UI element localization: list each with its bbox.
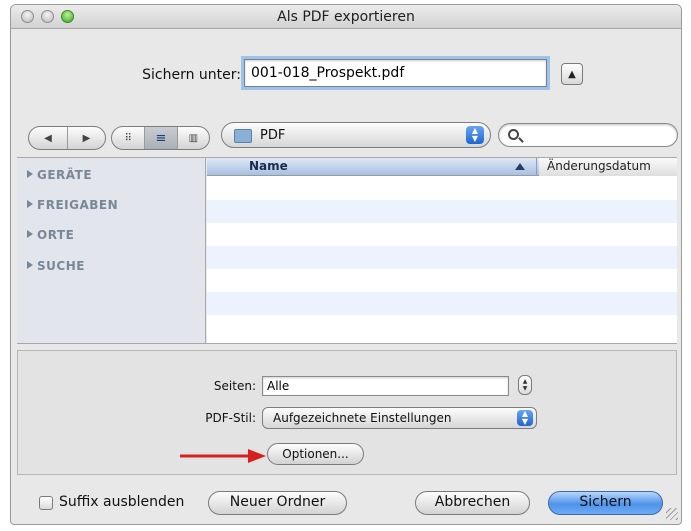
save-button[interactable]: Sichern [548, 491, 663, 515]
date-column-header[interactable]: Änderungsdatum [539, 158, 677, 176]
title-bar[interactable]: Als PDF exportieren [11, 5, 681, 29]
file-rows [207, 177, 677, 343]
list-row [207, 292, 677, 315]
disclosure-triangle-icon [27, 261, 33, 269]
folder-name: PDF [260, 128, 286, 143]
sidebar: GERÄTE FREIGABEN ORTE SUCHE [17, 158, 206, 343]
dialog-footer: Suffix ausblenden Neuer Ordner Abbrechen… [11, 483, 681, 523]
resize-grip-icon[interactable] [666, 508, 678, 520]
pages-field[interactable]: Alle [262, 376, 509, 396]
disclosure-triangle-icon [27, 170, 33, 178]
icon-view-button[interactable]: ⠿ [112, 127, 144, 149]
folder-popup[interactable]: PDF ▲ ▼ [221, 122, 491, 148]
view-mode-control: ⠿ ≡ ▥ [111, 126, 210, 150]
triangle-up-icon: ▲ [568, 68, 576, 80]
column-view-icon: ▥ [188, 132, 199, 144]
list-row [207, 177, 677, 200]
search-icon [508, 129, 519, 140]
name-column-header[interactable]: Name [207, 158, 537, 176]
column-view-button[interactable]: ▥ [176, 127, 209, 149]
file-browser: GERÄTE FREIGABEN ORTE SUCHE Name Änderun… [17, 157, 677, 344]
list-view-icon: ≡ [155, 130, 167, 146]
forward-button[interactable]: ▶ [67, 127, 105, 149]
list-row [207, 269, 677, 292]
list-row [207, 223, 677, 246]
pdf-style-label: PDF-Stil: [205, 411, 256, 425]
hide-suffix-checkbox[interactable] [39, 496, 53, 510]
list-row [207, 200, 677, 223]
sort-ascending-icon [515, 163, 525, 170]
icon-view-icon: ⠿ [124, 132, 132, 144]
hide-suffix-label[interactable]: Suffix ausblenden [59, 494, 184, 510]
list-row [207, 315, 677, 338]
window-title: Als PDF exportieren [277, 9, 415, 25]
popup-arrows-icon: ▲ ▼ [517, 410, 533, 426]
sidebar-item-shared[interactable]: FREIGABEN [27, 198, 118, 212]
save-as-label: Sichern unter: [142, 67, 241, 83]
back-button[interactable]: ◀ [29, 127, 67, 149]
disclosure-triangle-icon [27, 200, 33, 208]
file-list[interactable]: Name Änderungsdatum [207, 158, 677, 343]
chevron-left-icon: ◀ [44, 132, 52, 144]
disclosure-triangle-icon [27, 230, 33, 238]
options-button[interactable]: Optionen... [267, 443, 364, 465]
popup-arrows-icon: ▲ ▼ [466, 126, 484, 144]
pdf-style-value: Aufgezeichnete Einstellungen [273, 411, 452, 425]
expand-dialog-button[interactable]: ▲ [561, 63, 583, 85]
list-row [207, 246, 677, 269]
search-field[interactable] [498, 123, 678, 147]
save-dialog-window: Als PDF exportieren Sichern unter: 001-0… [10, 4, 682, 525]
list-view-button[interactable]: ≡ [144, 127, 177, 149]
pages-stepper[interactable]: ▲ ▼ [518, 375, 532, 395]
filename-input[interactable]: 001-018_Prospekt.pdf [244, 59, 547, 87]
sidebar-item-places[interactable]: ORTE [27, 228, 74, 242]
folder-icon [234, 129, 252, 143]
pdf-style-popup[interactable]: Aufgezeichnete Einstellungen ▲ ▼ [262, 407, 537, 429]
cancel-button[interactable]: Abbrechen [415, 491, 530, 515]
new-folder-button[interactable]: Neuer Ordner [208, 491, 347, 515]
red-arrow-annotation [180, 449, 266, 463]
export-options-panel: Seiten: Alle ▲ ▼ PDF-Stil: Aufgezeichnete… [17, 350, 677, 475]
sidebar-item-search[interactable]: SUCHE [27, 259, 85, 273]
sidebar-item-devices[interactable]: GERÄTE [27, 168, 92, 182]
column-header: Name Änderungsdatum [207, 158, 677, 176]
pages-label: Seiten: [213, 379, 256, 393]
chevron-right-icon: ▶ [82, 132, 91, 144]
back-forward-control: ◀ ▶ [28, 126, 106, 150]
